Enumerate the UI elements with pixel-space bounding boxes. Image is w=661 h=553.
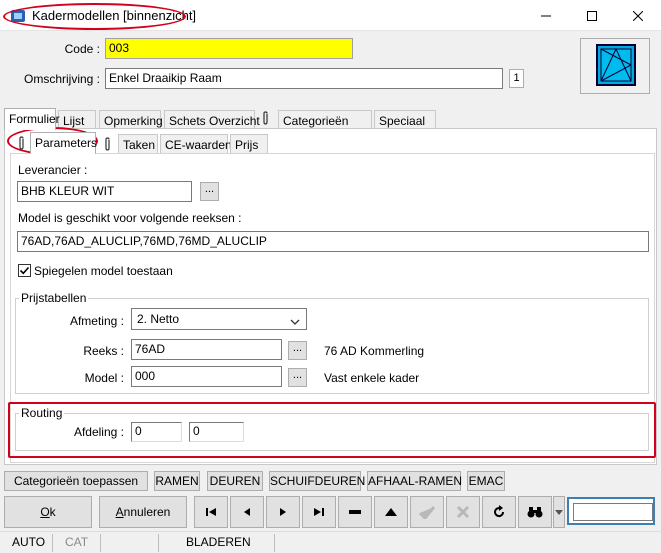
last-record-button[interactable] [302, 496, 336, 528]
search-button[interactable] [518, 496, 552, 528]
afmeting-label: Afmeting : [69, 314, 124, 328]
reeks-browse-button[interactable]: ... [288, 341, 307, 360]
previous-record-button[interactable] [230, 496, 264, 528]
omschrijving-input[interactable]: Enkel Draaikip Raam [105, 68, 503, 89]
tab-schets-overzicht[interactable]: Schets Overzicht [164, 110, 260, 130]
last-record-icon [314, 508, 324, 516]
leverancier-input[interactable]: BHB KLEUR WIT [17, 181, 192, 202]
first-record-button[interactable] [194, 496, 228, 528]
ok-label-rest: k [49, 505, 56, 519]
chevron-down-icon [555, 510, 563, 515]
minimize-button[interactable] [523, 0, 569, 31]
window-preview-image [580, 38, 650, 94]
binoculars-icon [527, 507, 543, 518]
tab-categorieen[interactable]: Categorieën [278, 110, 372, 130]
annuleren-label-rest: nnuleren [123, 505, 171, 519]
maximize-button[interactable] [569, 0, 615, 31]
checkmark-icon [19, 266, 30, 275]
title-bar: Kadermodellen [binnenzicht] [0, 0, 661, 31]
code-label: Code : [64, 42, 100, 56]
status-bar: AUTO CAT BLADEREN [0, 531, 661, 553]
refresh-icon [494, 505, 505, 518]
delete-record-button[interactable] [338, 496, 372, 528]
checkmark-icon [419, 506, 435, 519]
afmeting-value: 2. Netto [137, 312, 180, 326]
deuren-button[interactable]: DEUREN [207, 471, 263, 491]
ok-mnemonic: O [40, 505, 50, 519]
code-input[interactable]: 003 [105, 38, 353, 59]
ok-button[interactable]: Ok [4, 496, 92, 528]
afhaal-ramen-button[interactable]: AFHAAL-RAMEN [367, 471, 462, 491]
status-mode: BLADEREN [186, 535, 251, 549]
subtab-parameters[interactable]: Parameters [30, 132, 97, 154]
reeksen-label: Model is geschikt voor volgende reeksen … [18, 211, 242, 225]
leverancier-label: Leverancier : [18, 163, 88, 177]
confirm-button[interactable] [410, 496, 444, 528]
schuifdeuren-button[interactable]: SCHUIFDEUREN [269, 471, 365, 491]
quick-search-input[interactable] [567, 497, 655, 525]
model-browse-button[interactable]: ... [288, 368, 307, 387]
subtab-prijs[interactable]: Prijs [230, 134, 268, 154]
refresh-button[interactable] [482, 496, 516, 528]
leverancier-browse-button[interactable]: ... [200, 182, 219, 201]
chevron-down-icon [290, 315, 300, 329]
first-record-icon [206, 508, 216, 516]
status-divider [274, 534, 275, 552]
status-divider [158, 534, 159, 552]
ramen-button[interactable]: RAMEN [154, 471, 200, 491]
x-icon [456, 505, 470, 519]
prijstabellen-title: Prijstabellen [19, 291, 89, 305]
previous-icon [244, 508, 250, 516]
tab-speciaal[interactable]: Speciaal [374, 110, 436, 130]
omschrijving-counter: 1 [509, 69, 524, 88]
up-triangle-icon [385, 508, 397, 516]
model-description: Vast enkele kader [324, 371, 420, 385]
omschrijving-label: Omschrijving : [23, 72, 100, 86]
categorieen-toepassen-button[interactable]: Categorieën toepassen [4, 471, 148, 491]
status-divider [100, 534, 101, 552]
tab-formulier[interactable]: Formulier [4, 108, 60, 130]
spiegelen-label: Spiegelen model toestaan [34, 264, 173, 278]
model-label: Model : [84, 371, 124, 385]
minus-icon [349, 510, 361, 514]
reeks-input[interactable]: 76AD [131, 339, 282, 360]
status-auto: AUTO [12, 535, 46, 549]
annuleren-mnemonic: A [115, 505, 124, 519]
annuleren-button[interactable]: Annuleren [99, 496, 187, 528]
reeks-description: 76 AD Kommerling [324, 344, 425, 358]
spiegelen-checkbox[interactable] [18, 264, 31, 277]
emac-button[interactable]: EMAC [467, 471, 505, 491]
close-button[interactable] [615, 0, 661, 31]
status-divider [52, 534, 53, 552]
afmeting-select[interactable]: 2. Netto [131, 308, 307, 330]
model-input[interactable]: 000 [131, 366, 282, 387]
subtab-taken[interactable]: Taken [118, 134, 158, 154]
status-cat: CAT [65, 535, 89, 549]
cancel-edit-button[interactable] [446, 496, 480, 528]
next-icon [280, 508, 286, 516]
subtab-ce-waarden[interactable]: CE-waarden [160, 134, 232, 154]
reeks-label: Reeks : [83, 344, 124, 358]
edit-record-button[interactable] [374, 496, 408, 528]
next-record-button[interactable] [266, 496, 300, 528]
paperclip-icon [261, 111, 270, 129]
search-dropdown-button[interactable] [553, 496, 565, 528]
annotation-box-routing [8, 402, 656, 458]
annotation-ellipse-title [3, 3, 186, 30]
reeksen-input[interactable]: 76AD,76AD_ALUCLIP,76MD,76MD_ALUCLIP [17, 231, 649, 252]
tab-opmerking[interactable]: Opmerking [99, 110, 163, 130]
